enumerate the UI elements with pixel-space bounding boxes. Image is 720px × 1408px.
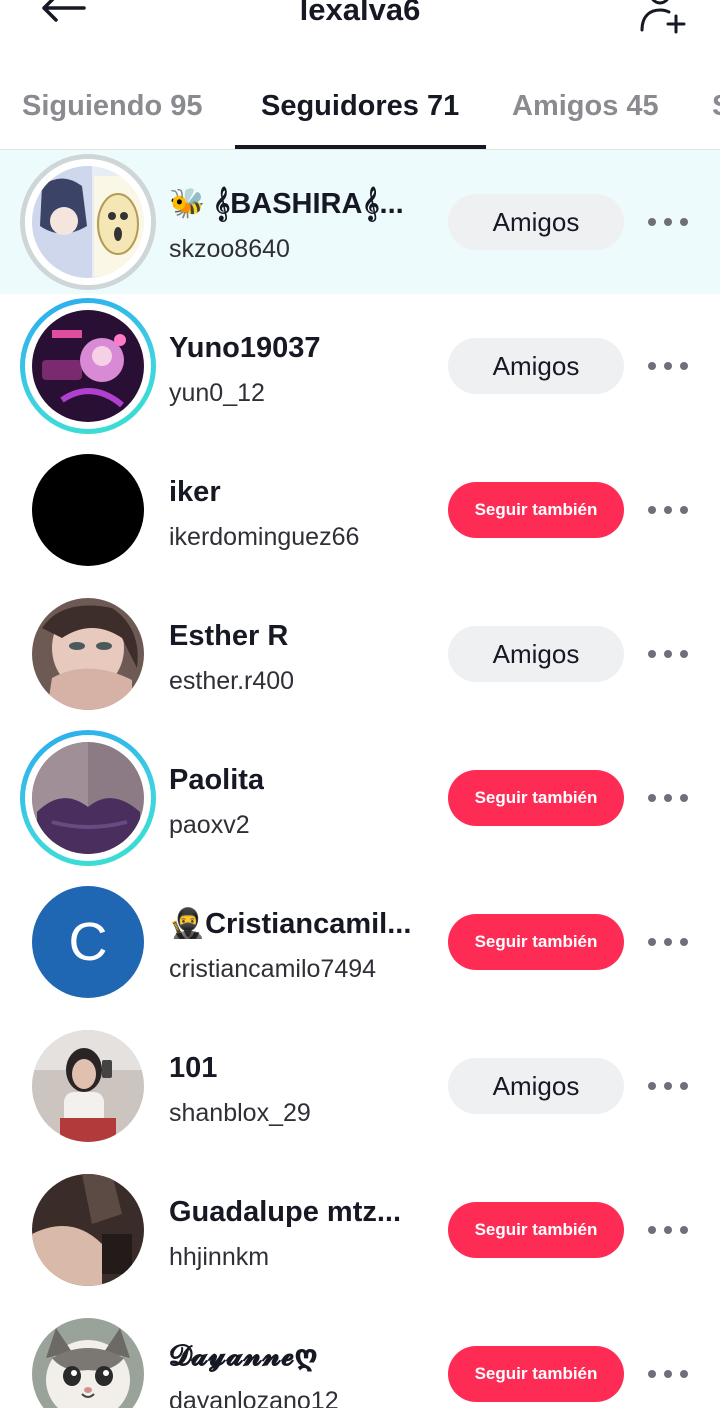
tab-friends[interactable]: Amigos 45: [512, 86, 659, 126]
friends-button[interactable]: Amigos: [448, 626, 624, 682]
username: hhjinnkm: [169, 1243, 270, 1271]
friends-button[interactable]: Amigos: [448, 1058, 624, 1114]
dot: [664, 938, 672, 946]
avatar[interactable]: [32, 598, 144, 710]
avatar[interactable]: [32, 454, 144, 566]
avatar: [32, 166, 144, 278]
dot: [664, 1226, 672, 1234]
avatar[interactable]: C: [32, 886, 144, 998]
dot: [648, 938, 656, 946]
page-title: lexalva6: [299, 0, 421, 27]
username: paoxv2: [169, 811, 250, 839]
avatar: [32, 310, 144, 422]
add-user-button[interactable]: [638, 0, 692, 34]
top-bar: lexalva6: [0, 0, 720, 40]
avatar-ring-gap: [25, 159, 151, 285]
follow-back-button[interactable]: Seguir también: [448, 1202, 624, 1258]
more-horizontal-icon[interactable]: [642, 780, 694, 816]
dot: [648, 650, 656, 658]
display-name: Guadalupe mtz...: [169, 1196, 402, 1228]
username: ikerdominguez66: [169, 523, 360, 551]
dot: [680, 1226, 688, 1234]
friends-button[interactable]: Amigos: [448, 194, 624, 250]
display-name: 101: [169, 1052, 218, 1084]
follower-row[interactable]: 101 shanblox_29 Amigos: [0, 1014, 720, 1158]
avatar-story-ring[interactable]: [20, 154, 156, 290]
follow-back-button[interactable]: Seguir también: [448, 482, 624, 538]
dot: [664, 1370, 672, 1378]
follower-row[interactable]: Yuno19037 yun0_12 Amigos: [0, 294, 720, 438]
dot: [680, 1082, 688, 1090]
dot: [648, 1226, 656, 1234]
follow-back-button[interactable]: Seguir también: [448, 1346, 624, 1402]
username: skzoo8640: [169, 235, 290, 263]
dot: [680, 1370, 688, 1378]
friends-button[interactable]: Amigos: [448, 338, 624, 394]
display-name: iker: [169, 476, 221, 508]
avatar[interactable]: [32, 1030, 144, 1142]
tab-followers[interactable]: Seguidores 71: [261, 86, 459, 126]
follower-row[interactable]: Paolita paoxv2 Seguir también: [0, 726, 720, 870]
avatar-ring-gap: [25, 303, 151, 429]
dot: [664, 362, 672, 370]
dot: [680, 362, 688, 370]
more-horizontal-icon[interactable]: [642, 924, 694, 960]
dot: [648, 1082, 656, 1090]
dot: [648, 506, 656, 514]
username: cristiancamilo7494: [169, 955, 377, 983]
more-horizontal-icon[interactable]: [642, 492, 694, 528]
more-horizontal-icon[interactable]: [642, 204, 694, 240]
more-horizontal-icon[interactable]: [642, 1356, 694, 1392]
display-name: Yuno19037: [169, 332, 321, 364]
display-name: 🐝 𝄞BASHIRA𝄞...: [169, 188, 404, 220]
follower-row[interactable]: Guadalupe mtz... hhjinnkm Seguir también: [0, 1158, 720, 1302]
dot: [680, 650, 688, 658]
username: esther.r400: [169, 667, 295, 695]
more-horizontal-icon[interactable]: [642, 348, 694, 384]
dot: [680, 938, 688, 946]
dot: [664, 650, 672, 658]
avatar[interactable]: [32, 1318, 144, 1408]
dot: [680, 218, 688, 226]
username: shanblox_29: [169, 1099, 311, 1127]
more-horizontal-icon[interactable]: [642, 636, 694, 672]
display-name: Paolita: [169, 764, 265, 796]
tab-suggested[interactable]: S: [712, 86, 720, 126]
active-tab-indicator: [235, 145, 486, 149]
username: dayanlozano12: [169, 1387, 339, 1408]
add-user-icon: [640, 0, 686, 34]
dot: [648, 218, 656, 226]
avatar-story-ring[interactable]: [20, 730, 156, 866]
dot: [680, 794, 688, 802]
follower-row[interactable]: iker ikerdominguez66 Seguir también: [0, 438, 720, 582]
avatar-story-ring[interactable]: [20, 298, 156, 434]
avatar[interactable]: [32, 1174, 144, 1286]
follower-row[interactable]: 𝓓𝓪𝔂𝓪𝓷𝓷𝓮ღ dayanlozano12 Seguir también: [0, 1302, 720, 1408]
follow-back-button[interactable]: Seguir también: [448, 770, 624, 826]
dot: [648, 1370, 656, 1378]
dot: [648, 794, 656, 802]
dot: [664, 506, 672, 514]
dot: [664, 1082, 672, 1090]
avatar: [32, 742, 144, 854]
more-horizontal-icon[interactable]: [642, 1212, 694, 1248]
display-name: 𝓓𝓪𝔂𝓪𝓷𝓷𝓮ღ: [169, 1340, 318, 1372]
dot: [664, 218, 672, 226]
follower-row[interactable]: C 🥷Cristiancamil... cristiancamilo7494 Segu…: [0, 870, 720, 1014]
follower-row[interactable]: Esther R esther.r400 Amigos: [0, 582, 720, 726]
more-horizontal-icon[interactable]: [642, 1068, 694, 1104]
display-name: 🥷Cristiancamil...: [169, 908, 412, 940]
avatar-ring-gap: [25, 735, 151, 861]
dot: [664, 794, 672, 802]
avatar-initial: C: [32, 886, 144, 998]
dot: [680, 506, 688, 514]
tab-following[interactable]: Siguiendo 95: [22, 86, 202, 126]
display-name: Esther R: [169, 620, 289, 652]
tab-bar: Siguiendo 95 Seguidores 71 Amigos 45 S: [0, 66, 720, 150]
follower-row[interactable]: 🐝 𝄞BASHIRA𝄞... skzoo8640 Amigos: [0, 150, 720, 294]
username: yun0_12: [169, 379, 265, 407]
followers-list: 🐝 𝄞BASHIRA𝄞... skzoo8640 Amigos Yuno19037 yu…: [0, 150, 720, 1408]
dot: [648, 362, 656, 370]
follow-back-button[interactable]: Seguir también: [448, 914, 624, 970]
